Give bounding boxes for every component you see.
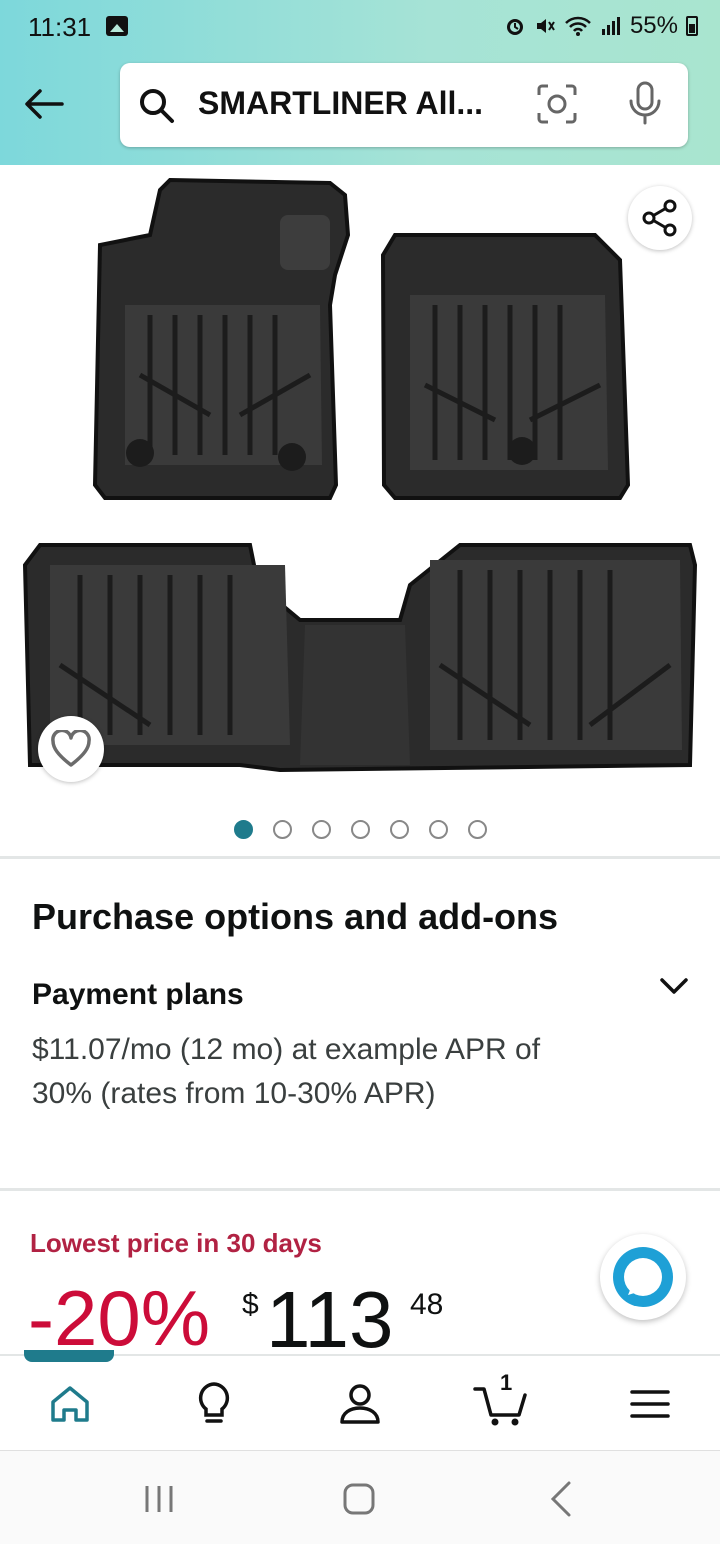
arrow-left-icon <box>25 89 64 119</box>
person-icon <box>340 1384 380 1424</box>
mute-icon <box>536 19 555 33</box>
carousel-dot-5[interactable] <box>390 820 409 839</box>
price-whole: 113 <box>266 1275 394 1364</box>
chevron-down-icon[interactable] <box>658 970 690 1002</box>
status-bar: 11:31 55% <box>0 0 720 56</box>
alexa-button[interactable] <box>600 1234 686 1320</box>
payment-plans-label[interactable]: Payment plans <box>32 978 244 1012</box>
deal-badge: Lowest price in 30 days <box>30 1228 322 1258</box>
carousel-dot-7[interactable] <box>468 820 487 839</box>
home-icon <box>51 1386 89 1422</box>
lightbulb-icon <box>198 1382 230 1423</box>
home-square-icon <box>343 1483 375 1515</box>
nav-menu[interactable] <box>620 1376 680 1432</box>
carousel-indicators <box>234 820 487 839</box>
alexa-icon <box>613 1247 673 1307</box>
price-currency: $ <box>242 1288 259 1321</box>
floor-mats-image <box>22 177 698 773</box>
search-bar[interactable]: SMARTLINER All... <box>120 63 688 147</box>
section-divider <box>0 1188 720 1191</box>
heart-icon <box>51 730 91 767</box>
home-system-button[interactable] <box>334 1476 384 1522</box>
search-icon <box>140 89 174 123</box>
gallery-notification-icon <box>106 16 128 36</box>
battery-icon <box>686 16 698 36</box>
carousel-dot-3[interactable] <box>312 820 331 839</box>
carousel-dot-1[interactable] <box>234 820 253 839</box>
price-fraction: 48 <box>410 1288 444 1321</box>
carousel-dot-4[interactable] <box>351 820 370 839</box>
hamburger-menu-icon <box>630 1390 670 1418</box>
section-divider <box>0 856 720 859</box>
share-button[interactable] <box>628 186 692 250</box>
back-system-button[interactable] <box>536 1476 586 1522</box>
cart-count-badge: 1 <box>500 1370 513 1395</box>
payment-plans-description: $11.07/mo (12 mo) at example APR of 30% … <box>32 1033 541 1110</box>
chevron-left-icon <box>550 1481 571 1517</box>
alarm-icon <box>506 19 523 35</box>
product-image[interactable] <box>0 165 720 795</box>
signal-icon <box>601 17 620 35</box>
carousel-dot-6[interactable] <box>429 820 448 839</box>
share-icon <box>642 199 677 237</box>
wifi-icon <box>565 16 591 36</box>
purchase-options-title: Purchase options and add-ons <box>32 896 559 937</box>
nav-cart[interactable]: 1 <box>472 1370 532 1432</box>
camera-search-icon[interactable] <box>536 83 578 125</box>
recents-icon <box>145 1486 173 1512</box>
nav-inspire[interactable] <box>184 1376 244 1432</box>
search-input[interactable]: SMARTLINER All... <box>198 85 508 122</box>
status-indicators: 55% <box>504 12 698 40</box>
microphone-icon[interactable] <box>628 81 662 127</box>
back-button[interactable] <box>20 80 68 128</box>
status-time: 11:31 <box>28 12 92 42</box>
active-tab-indicator <box>24 1350 114 1362</box>
carousel-dot-2[interactable] <box>273 820 292 839</box>
recent-apps-button[interactable] <box>134 1476 184 1522</box>
app-header: 11:31 55% SMARTLINER All... <box>0 0 720 165</box>
nav-account[interactable] <box>330 1376 390 1432</box>
battery-percent: 55% <box>629 12 678 39</box>
wishlist-button[interactable] <box>38 716 104 782</box>
nav-home[interactable] <box>40 1376 100 1432</box>
discount-percent: -20% <box>28 1274 211 1362</box>
